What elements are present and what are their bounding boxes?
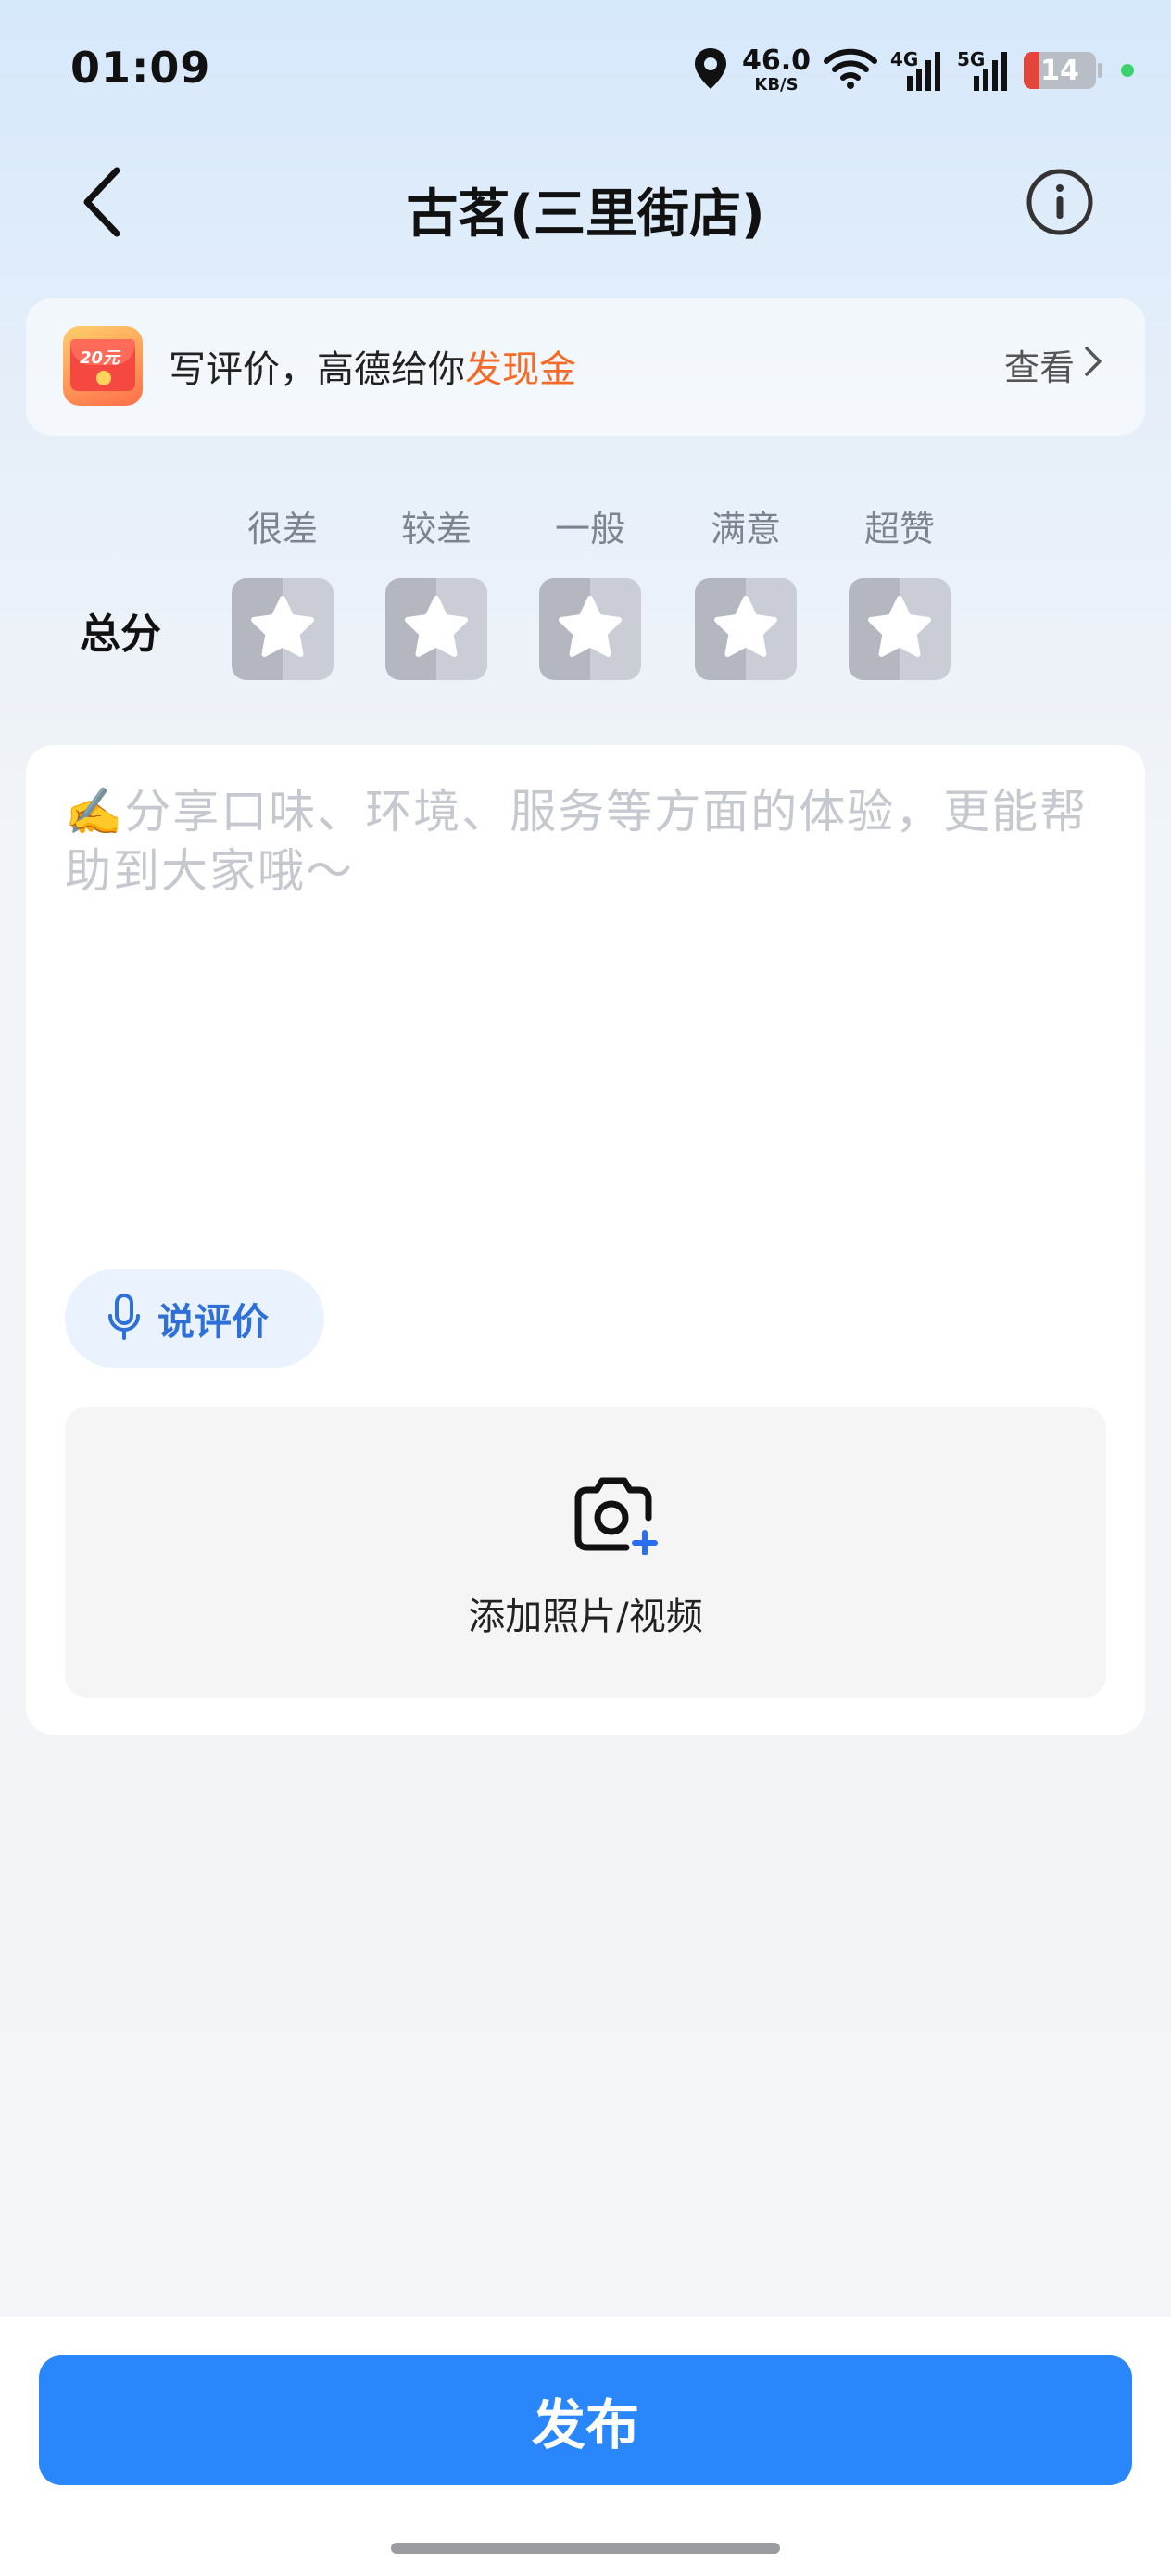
review-card: 说评价 添加照片/视频 <box>26 745 1145 1735</box>
info-icon <box>1026 168 1094 240</box>
total-score-label: 总分 <box>80 611 161 658</box>
star-button-5[interactable] <box>849 578 951 680</box>
status-icons: 46.0 KB/S 4G 5G 14 <box>679 43 1134 98</box>
rating-label-2: 较差 <box>400 509 472 549</box>
microphone-icon <box>107 1294 141 1344</box>
review-text-input[interactable] <box>65 782 1106 1199</box>
star-button-1[interactable] <box>232 578 334 680</box>
star-button-4[interactable] <box>695 578 797 680</box>
privacy-indicator-dot <box>1121 64 1134 77</box>
info-button[interactable] <box>1023 167 1097 241</box>
rating-label-5: 超赞 <box>863 509 935 549</box>
location-icon <box>692 46 729 95</box>
red-envelope-icon: 20元 <box>63 326 143 406</box>
star-icon <box>864 593 935 665</box>
add-media-label: 添加照片/视频 <box>468 1596 703 1638</box>
rating-label-4: 满意 <box>710 509 781 549</box>
promo-text: 写评价，高德给你发现金 <box>169 348 576 391</box>
nav-bar: 古茗(三里街店) <box>0 148 1171 259</box>
home-indicator[interactable] <box>391 2543 780 2554</box>
star-button-3[interactable] <box>539 578 641 680</box>
promo-highlight: 发现金 <box>465 348 576 391</box>
add-media-button[interactable]: 添加照片/视频 <box>65 1407 1106 1698</box>
voice-review-button[interactable]: 说评价 <box>65 1269 324 1368</box>
star-button-2[interactable] <box>385 578 487 680</box>
star-icon <box>247 593 318 665</box>
wifi-icon <box>824 48 877 93</box>
page-title: 古茗(三里街店) <box>406 184 765 245</box>
battery-cap <box>1098 63 1102 78</box>
promo-banner[interactable]: 20元 写评价，高德给你发现金 查看 <box>26 298 1145 436</box>
star-icon <box>555 593 625 665</box>
promo-view-link[interactable]: 查看 <box>1004 339 1102 390</box>
signal-4g-icon: 4G <box>890 48 944 93</box>
rating-label-1: 很差 <box>246 509 318 549</box>
status-bar: 01:09 46.0 KB/S 4G 5G 14 <box>0 0 1171 139</box>
star-icon <box>401 593 472 665</box>
network-speed: 46.0 KB/S <box>741 44 811 95</box>
rating-labels: 很差 较差 一般 满意 超赞 <box>0 500 1171 556</box>
signal-5g-icon: 5G <box>957 48 1011 93</box>
rating-label-3: 一般 <box>554 509 625 549</box>
camera-plus-icon <box>569 1477 658 1559</box>
bottom-bar: 发布 <box>0 2317 1171 2576</box>
chevron-right-icon <box>1075 345 1102 385</box>
voice-review-label: 说评价 <box>157 1301 269 1344</box>
status-time: 01:09 <box>70 43 211 93</box>
battery-icon: 14 <box>1024 52 1096 89</box>
star-icon <box>711 593 781 665</box>
publish-button[interactable]: 发布 <box>39 2355 1132 2485</box>
